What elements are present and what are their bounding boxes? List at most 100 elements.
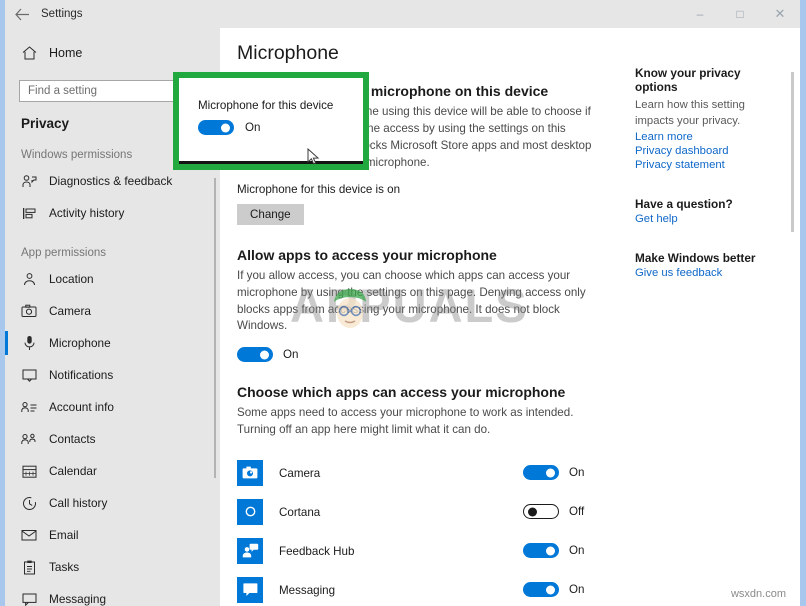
popup-title: Microphone for this device [198,99,334,112]
diagnostics-icon [21,173,37,189]
minimize-button[interactable]: – [680,0,720,28]
sidebar-item-contacts[interactable]: Contacts [5,423,220,455]
toggle-knob [221,123,230,132]
camera-icon [21,303,37,319]
sidebar-item-activity-history[interactable]: Activity history [5,197,220,229]
rail-body: Learn how this setting impacts your priv… [635,99,745,128]
allow-apps-section: Allow apps to access your microphone If … [237,247,595,363]
sidebar-item-label: Calendar [49,464,97,478]
window-title: Settings [41,8,83,20]
get-help-link[interactable]: Get help [635,213,782,225]
sidebar-item-label: Tasks [49,560,80,574]
maximize-button[interactable]: □ [720,0,760,28]
sidebar-item-label: Messaging [49,592,107,606]
close-button[interactable]: ✕ [760,0,800,28]
rail-heading: Make Windows better [635,251,756,266]
microphone-icon [21,335,37,351]
right-rail: Know your privacy options Learn how this… [625,28,800,606]
app-toggle[interactable] [523,582,559,598]
sidebar-item-label: Diagnostics & feedback [49,174,173,188]
app-toggle[interactable] [523,504,559,520]
source-watermark: wsxdn.com [730,588,786,600]
sidebar-item-label: Email [49,528,79,542]
app-name-wrap: Camera [279,464,523,482]
main-scrollbar[interactable] [791,72,794,232]
app-name-wrap: Messaging [279,581,523,599]
list-item: Feedback Hub On [237,531,595,570]
search-placeholder: Find a setting [28,85,98,97]
sidebar-item-camera[interactable]: Camera [5,295,220,327]
back-arrow-icon[interactable] [5,0,39,28]
sidebar-item-messaging[interactable]: Messaging [5,583,220,606]
make-windows-better-group: Make Windows better Give us feedback [635,251,782,279]
call-history-icon [21,495,37,511]
privacy-statement-link[interactable]: Privacy statement [635,159,782,171]
settings-window: Settings – □ ✕ Home Find a setting Priva… [0,0,806,606]
mouse-cursor-icon [307,148,320,165]
app-permission-list: Camera On Cortana Off Feedback Hub On Me… [237,453,595,606]
contacts-icon [21,431,37,447]
learn-more-link[interactable]: Learn more [635,131,782,143]
app-toggle-label: Off [569,505,585,519]
app-name: Cortana [279,505,321,519]
app-name-wrap: Feedback Hub [279,542,523,560]
app-toggle-wrap: On [523,582,595,598]
app-toggle-wrap: Off [523,504,595,520]
cortana-app-icon [237,498,263,525]
title-bar: Settings – □ ✕ [5,0,800,28]
home-icon [21,45,37,61]
camera-app-icon [237,459,263,486]
sidebar-item-label: Notifications [49,368,114,382]
give-us-feedback-link[interactable]: Give us feedback [635,267,782,279]
change-button[interactable]: Change [237,203,304,225]
allow-apps-toggle[interactable] [237,347,273,363]
page-title: Microphone [237,42,339,64]
app-toggle-wrap: On [523,465,595,481]
sidebar-item-label: Call history [49,496,108,510]
popup-toggle-label: On [245,121,261,134]
sidebar-item-notifications[interactable]: Notifications [5,359,220,391]
email-icon [21,527,37,543]
app-toggle-label: On [569,544,585,558]
popup-underline [179,161,363,164]
sidebar-item-label: Activity history [49,206,125,220]
toggle-knob [546,468,555,478]
app-toggle[interactable] [523,543,559,559]
sidebar-item-call-history[interactable]: Call history [5,487,220,519]
list-item: Cortana Off [237,492,595,531]
messaging-app-icon [237,576,263,603]
app-name: Camera [279,466,321,480]
allow-apps-toggle-label: On [283,348,299,362]
device-section-status: Microphone for this device is on [237,182,401,196]
account-info-icon [21,399,37,415]
sidebar-item-label: Camera [49,304,91,318]
sidebar-item-home[interactable]: Home [5,36,220,70]
list-item: Messaging On [237,570,595,606]
allow-apps-body: If you allow access, you can choose whic… [237,268,586,333]
sidebar-scrollbar[interactable] [214,178,216,478]
toggle-knob [260,350,269,360]
sidebar-item-label: Account info [49,400,114,414]
app-name: Messaging [279,583,336,597]
sidebar-home-label: Home [49,46,83,60]
sidebar-item-calendar[interactable]: Calendar [5,455,220,487]
rail-heading: Know your privacy options [635,66,741,94]
app-toggle-label: On [569,583,585,597]
feedback-hub-app-icon [237,537,263,564]
location-icon [21,271,37,287]
privacy-options-group: Know your privacy options Learn how this… [635,66,782,171]
app-name-wrap: Cortana [279,503,523,521]
popup-inner: Microphone for this device On [179,78,363,165]
sidebar-item-location[interactable]: Location [5,263,220,295]
privacy-dashboard-link[interactable]: Privacy dashboard [635,145,782,157]
messaging-icon [21,591,37,606]
sidebar-item-email[interactable]: Email [5,519,220,551]
sidebar-item-microphone[interactable]: Microphone [5,327,220,359]
microphone-device-toggle[interactable] [198,120,234,135]
sidebar-group-app-permissions: App permissions [21,247,107,259]
microphone-device-popup: Microphone for this device On [173,72,369,170]
app-toggle[interactable] [523,465,559,481]
sidebar-item-tasks[interactable]: Tasks [5,551,220,583]
activity-history-icon [21,205,37,221]
sidebar-item-account-info[interactable]: Account info [5,391,220,423]
